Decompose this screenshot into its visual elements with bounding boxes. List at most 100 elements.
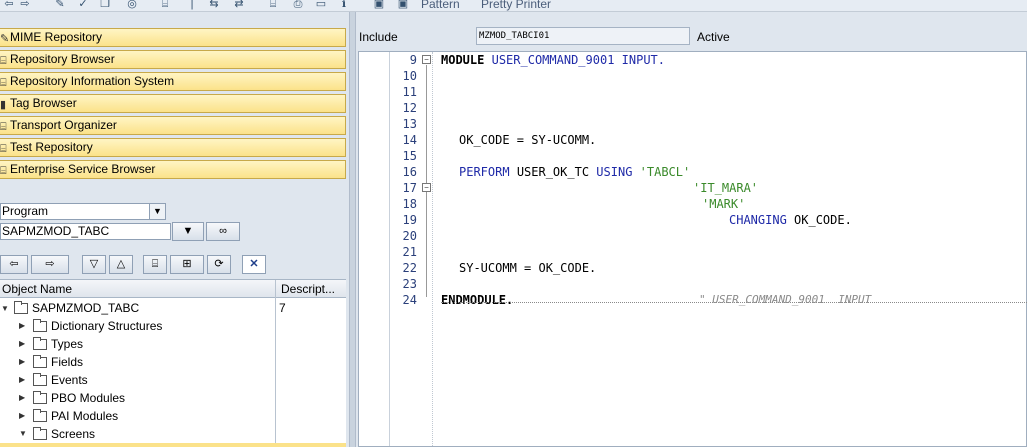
tree-item-dictionary-structures[interactable]: ▶ Dictionary Structures [0,317,346,335]
folder-icon [33,391,47,404]
print-icon[interactable]: ⎙ [291,0,305,11]
display-object-icon[interactable]: ⇄ [232,0,246,11]
pattern-button[interactable]: Pattern [421,0,460,11]
line-number: 16 [402,165,417,179]
tree-item-screens[interactable]: ▼ Screens [0,425,346,443]
collapsed-arrow-icon[interactable]: ▶ [19,407,25,425]
expanded-arrow-icon[interactable]: ▼ [19,425,27,443]
next-object-button[interactable]: ⇨ [31,255,69,274]
collapsed-arrow-icon[interactable]: ▶ [19,335,25,353]
layout-button[interactable]: ⊞ [170,255,204,274]
tree-toolbar: ⇦ ⇨ ▽ △ ⌸ ⊞ ⟳ ✕ [0,255,346,275]
edit-pencil-icon[interactable]: ✎ [53,0,67,11]
copy-icon[interactable]: ❐ [98,0,112,11]
tree-item-pai-modules[interactable]: ▶ PAI Modules [0,407,346,425]
nav-enterprise-service-browser[interactable]: ⌸ Enterprise Service Browser [0,160,346,179]
tree-item-events[interactable]: ▶ Events [0,371,346,389]
include-label: Include [359,30,398,44]
keyword-changing: CHANGING [729,213,787,227]
folder-icon [33,409,47,422]
nav-label: Enterprise Service Browser [10,162,156,176]
line-number: 21 [402,245,417,259]
fold-column: − − [421,52,433,446]
include-status: Active [697,30,730,44]
code-line-18: 'MARK' [702,197,746,211]
collapsed-arrow-icon[interactable]: ▶ [19,353,25,371]
column-description[interactable]: Descript... [279,280,335,298]
session-breakpoint-icon[interactable]: ▣ [396,0,410,11]
editor-margin[interactable] [359,52,390,446]
nav-transport-organizer[interactable]: ⌸ Transport Organizer [0,116,346,135]
module-name: USER_COMMAND_9001 [491,53,615,67]
line-number-gutter: 9 10 11 12 13 14 15 16 17 18 19 20 21 22… [391,52,417,446]
collapsed-arrow-icon[interactable]: ▶ [19,389,25,407]
collapse-block-icon[interactable]: − [422,55,431,64]
folder-icon [33,319,47,332]
info-icon[interactable]: ℹ [337,0,351,11]
object-tree: Object Name Descript... ▼ SAPMZMOD_TABC … [0,279,346,447]
display-dropdown-button[interactable]: ▼ [172,222,204,241]
collapse-all-button[interactable]: △ [109,255,133,274]
refresh-button[interactable]: ⟳ [207,255,231,274]
check-icon[interactable]: ✓ [76,0,90,11]
object-name-input[interactable]: SAPMZMOD_TABC [0,223,171,240]
collapse-block-icon[interactable]: − [422,183,431,192]
changing-param: OK_CODE. [794,213,852,227]
nav-mime-repository[interactable]: ✎ MIME Repository [0,28,346,47]
line-number: 15 [402,149,417,163]
code-line-14: OK_CODE = SY-UCOMM. [459,133,597,147]
keyword-endmodule: ENDMODULE. [441,293,514,307]
back-arrow-icon[interactable]: ⇦ [2,0,16,11]
expanded-arrow-icon[interactable]: ▼ [1,300,9,318]
tree-header: Object Name Descript... [0,280,346,298]
hierarchy-icon: ⌸ [151,258,159,270]
hierarchy-icon: ⌸ [0,55,7,67]
code-line-17: 'IT_MARA' [693,181,759,195]
panel-splitter[interactable] [349,12,356,447]
display-glasses-button[interactable]: ∞ [206,222,240,241]
tree-item-description: 7 [279,301,286,315]
open-folder-icon [33,427,47,440]
nav-tag-browser[interactable]: ▮ Tag Browser [0,94,346,113]
window-icon[interactable]: ▭ [314,0,328,11]
object-type-select[interactable]: Program ▼ [0,203,166,220]
tree-icon[interactable]: ⌸ [266,0,280,11]
collapsed-arrow-icon[interactable]: ▶ [19,371,25,389]
hierarchy-icon[interactable]: ⌸ [158,0,172,11]
nav-label: Test Repository [10,140,93,154]
tree-root-row[interactable]: ▼ SAPMZMOD_TABC 7 [0,299,346,317]
keyword-using: USING [596,165,633,179]
forward-arrow-icon[interactable]: ⇨ [18,0,32,11]
nav-repository-information-system[interactable]: ⌸ Repository Information System [0,72,346,91]
column-object-name[interactable]: Object Name [0,280,72,298]
close-tree-button[interactable]: ✕ [242,255,266,274]
hierarchy-button[interactable]: ⌸ [143,255,167,274]
code-area[interactable]: MODULE USER_COMMAND_9001 INPUT. OK_CODE … [441,52,871,307]
line-number: 9 [409,53,417,67]
collapsed-arrow-icon[interactable]: ▶ [19,317,25,335]
folder-icon [33,373,47,386]
grid-icon: ⊞ [182,258,192,270]
where-used-icon[interactable]: ◎ [125,0,139,11]
nav-repository-browser[interactable]: ⌸ Repository Browser [0,50,346,69]
previous-object-button[interactable]: ⇦ [0,255,28,274]
tree-item-pbo-modules[interactable]: ▶ PBO Modules [0,389,346,407]
tree-item-label: Fields [51,355,84,369]
tree-item-types[interactable]: ▶ Types [0,335,346,353]
pretty-printer-button[interactable]: Pretty Printer [481,0,551,11]
expand-all-button[interactable]: ▽ [82,255,106,274]
line-number: 13 [402,117,417,131]
chevron-down-icon[interactable]: ▼ [149,204,165,219]
line-number: 19 [402,213,417,227]
tree-item-fields[interactable]: ▶ Fields [0,353,346,371]
line-number: 22 [402,261,417,275]
breakpoint-icon[interactable]: ▣ [372,0,386,11]
string-literal: 'TABCL' [639,165,691,179]
insert-icon[interactable]: ⇆ [207,0,221,11]
code-line-9: MODULE USER_COMMAND_9001 INPUT. [441,52,665,68]
nav-label: Transport Organizer [10,118,117,132]
code-editor[interactable]: 9 10 11 12 13 14 15 16 17 18 19 20 21 22… [358,51,1027,447]
expand-icon: ▽ [89,258,99,270]
tree-item-selected-screen[interactable] [0,443,346,447]
nav-test-repository[interactable]: ⌸ Test Repository [0,138,346,157]
